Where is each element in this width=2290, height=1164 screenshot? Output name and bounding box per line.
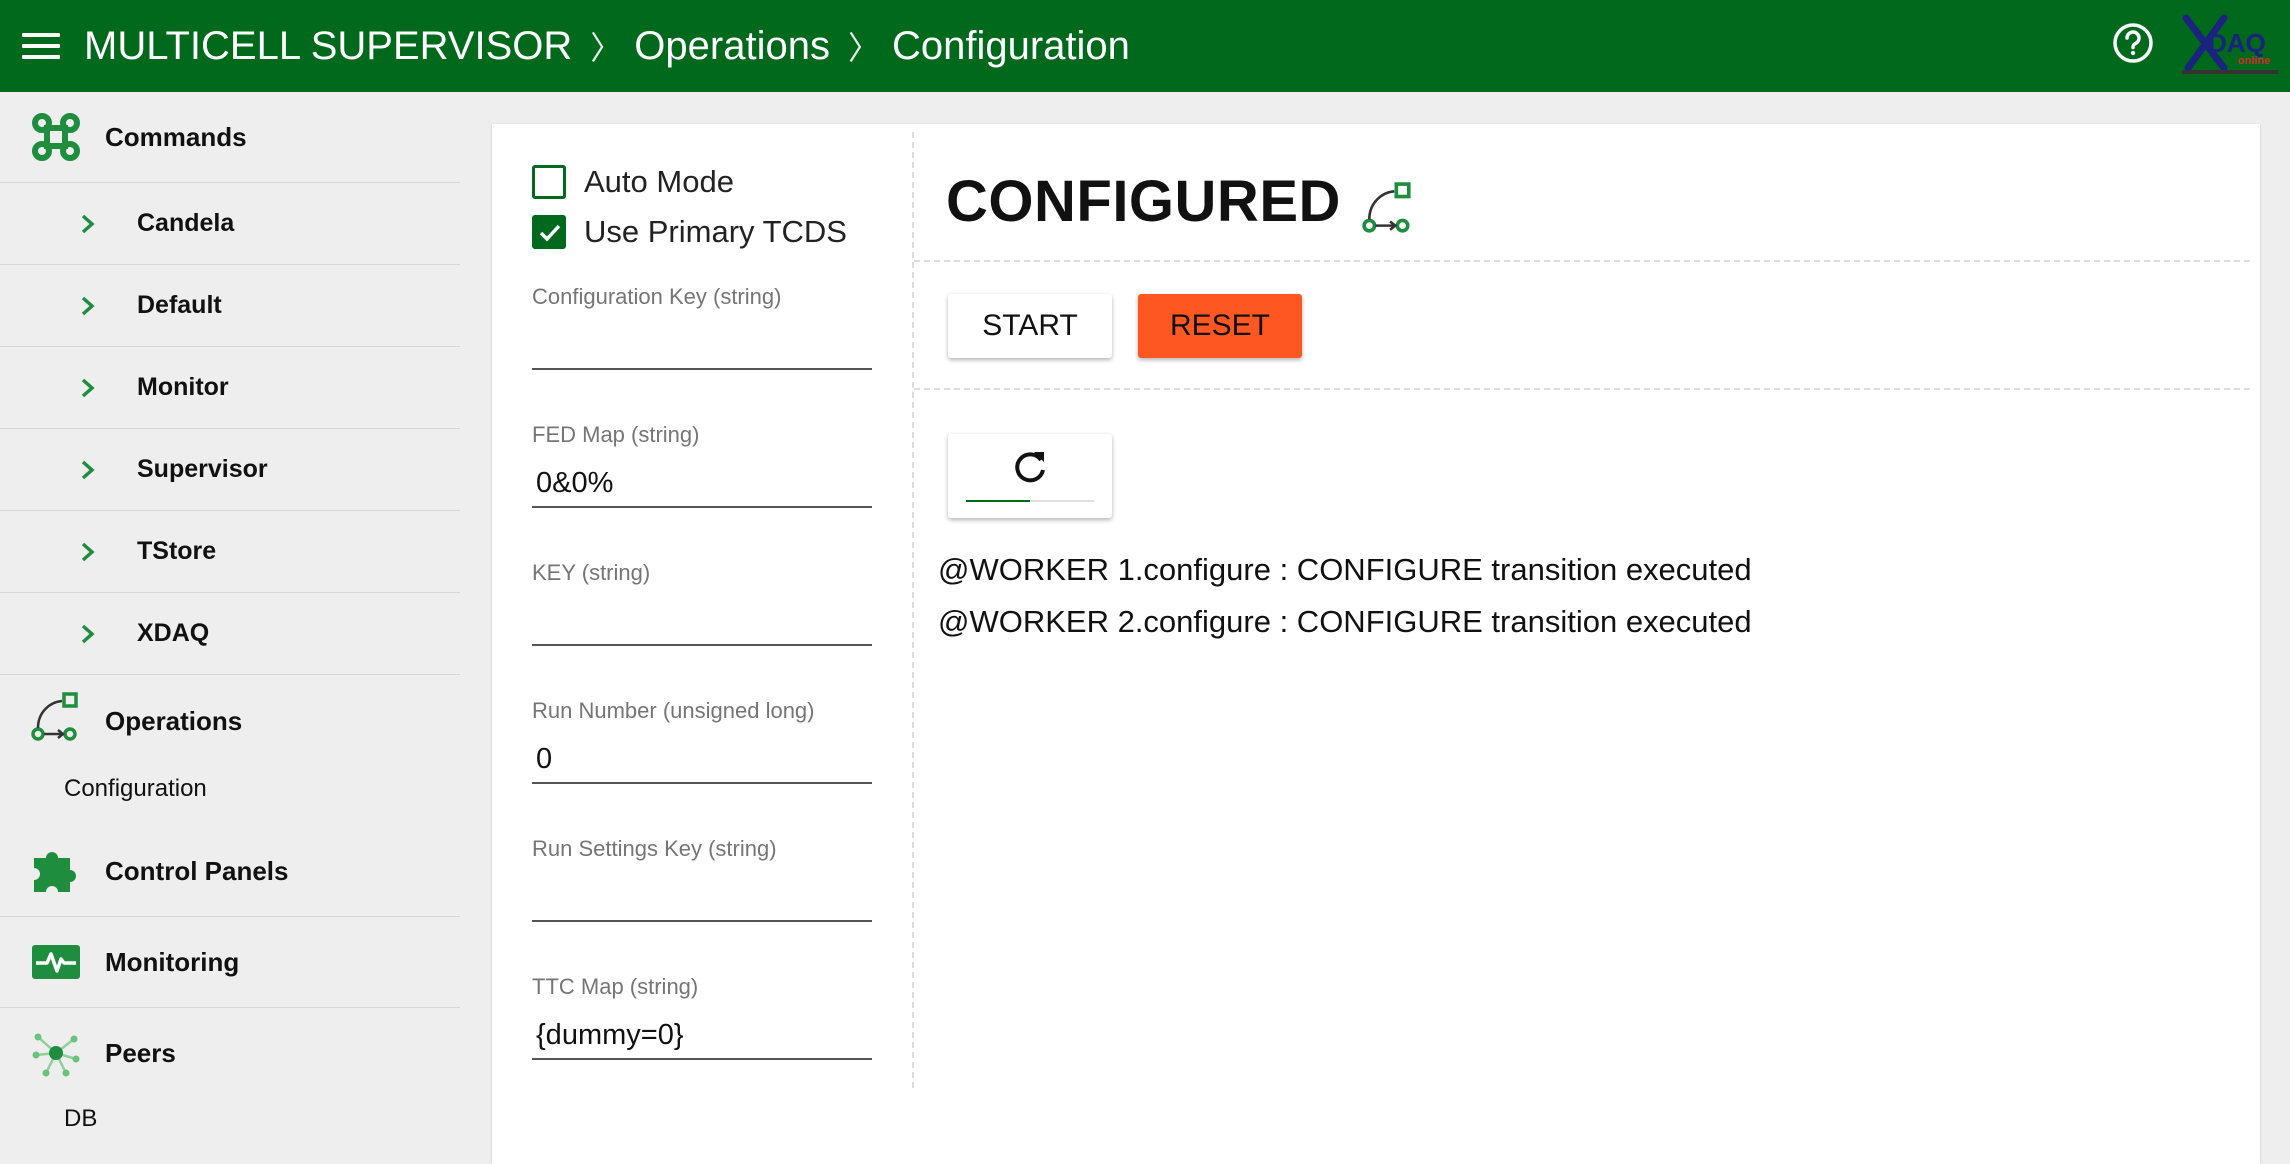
field-label: Run Settings Key (string) (532, 836, 777, 861)
sidebar-item-candela[interactable]: Candela (0, 183, 460, 265)
current-state: CONFIGURED (946, 169, 1341, 234)
sidebar-item-supervisor[interactable]: Supervisor (0, 429, 460, 511)
refresh-progress-fill (966, 500, 1030, 502)
checkbox-unchecked[interactable] (532, 165, 566, 199)
sidebar-item-tstore[interactable]: TStore (0, 511, 460, 593)
sidebar-item-label: XDAQ (137, 619, 210, 647)
chevron-right-icon (81, 296, 95, 316)
log-line: @WORKER 2.configure : CONFIGURE transiti… (938, 604, 1752, 639)
parameters-form: Auto Mode Use Primary TCDS Configuration… (492, 124, 912, 1088)
breadcrumb-separator: 〉 (847, 30, 880, 66)
sidebar-item-label: Monitor (137, 373, 229, 401)
chevron-right-icon (81, 378, 95, 398)
help-icon[interactable] (2112, 22, 2154, 64)
configuration-key-input[interactable] (532, 322, 872, 370)
log-line: @WORKER 1.configure : CONFIGURE transiti… (938, 552, 1752, 587)
sidebar-section-label: Control Panels (105, 855, 289, 886)
command-icon (32, 113, 80, 161)
refresh-icon (1015, 452, 1045, 483)
field-label: KEY (string) (532, 560, 651, 585)
sidebar-item-label: Supervisor (137, 455, 268, 483)
sidebar-item-monitor[interactable]: Monitor (0, 347, 460, 429)
run-settings-key-input[interactable] (532, 874, 872, 922)
chevron-right-icon (81, 542, 95, 562)
key-field: KEY (string) (532, 560, 872, 646)
run-number-input[interactable] (532, 736, 872, 784)
network-hub-icon (32, 1033, 80, 1077)
divider (914, 260, 2250, 262)
chevron-right-icon (81, 214, 95, 234)
sidebar-item-label: Candela (137, 209, 235, 237)
chevron-right-icon (81, 624, 95, 644)
sidebar-item-db[interactable]: DB (64, 1105, 97, 1133)
sidebar-item-xdaq[interactable]: XDAQ (0, 593, 460, 675)
run-number-field: Run Number (unsigned long) (532, 698, 872, 784)
refresh-progress-track (966, 500, 1094, 502)
sidebar-item-default[interactable]: Default (0, 265, 460, 347)
configuration-key-field: Configuration Key (string) (532, 284, 872, 370)
state-machine-icon (1362, 182, 1411, 233)
checkbox-checked[interactable] (532, 215, 566, 249)
state-machine-icon (31, 692, 78, 741)
field-label: Configuration Key (string) (532, 284, 782, 309)
field-label: FED Map (string) (532, 422, 700, 447)
sidebar-section-label: Operations (105, 705, 243, 736)
sidebar: Commands Candela Default Monitor Supervi… (0, 92, 460, 1150)
sidebar-section-operations[interactable]: Operations (0, 676, 460, 766)
chevron-right-icon (81, 460, 95, 480)
sidebar-item-configuration[interactable]: Configuration (64, 775, 207, 803)
fed-map-input[interactable] (532, 460, 872, 508)
column-divider (912, 132, 914, 1088)
sidebar-section-label: Peers (105, 1037, 176, 1068)
divider (914, 388, 2250, 390)
fed-map-field: FED Map (string) (532, 422, 872, 508)
svg-text:online: online (2238, 55, 2270, 67)
main-card: Auto Mode Use Primary TCDS Configuration… (492, 124, 2260, 1164)
sidebar-section-commands[interactable]: Commands (0, 92, 460, 182)
breadcrumb-operations[interactable]: Operations (634, 24, 830, 69)
use-primary-tcds-label: Use Primary TCDS (584, 214, 847, 249)
reset-button[interactable]: RESET (1138, 294, 1302, 358)
sidebar-section-label: Commands (105, 121, 247, 152)
app-header: MULTICELL SUPERVISOR 〉 Operations 〉 Conf… (0, 0, 2290, 92)
field-label: TTC Map (string) (532, 974, 699, 999)
heartbeat-monitor-icon (32, 945, 80, 979)
auto-mode-checkbox[interactable]: Auto Mode (532, 164, 734, 200)
ttc-map-input[interactable] (532, 1012, 872, 1060)
use-primary-tcds-checkbox[interactable]: Use Primary TCDS (532, 214, 847, 250)
run-settings-key-field: Run Settings Key (string) (532, 836, 872, 922)
sidebar-section-monitoring[interactable]: Monitoring (0, 917, 460, 1007)
breadcrumb-separator: 〉 (590, 30, 623, 66)
xdaq-logo: DAQ online (2182, 14, 2278, 74)
sidebar-section-control-panels[interactable]: Control Panels (0, 826, 460, 916)
svg-text:DAQ: DAQ (2208, 28, 2266, 58)
menu-icon[interactable] (22, 33, 60, 59)
breadcrumb: MULTICELL SUPERVISOR 〉 Operations 〉 Conf… (84, 0, 1130, 92)
sidebar-item-label: TStore (137, 537, 217, 565)
field-label: Run Number (unsigned long) (532, 698, 815, 723)
checkmark-icon (539, 224, 561, 242)
puzzle-icon (34, 852, 76, 892)
breadcrumb-configuration[interactable]: Configuration (892, 24, 1130, 69)
ttc-map-field: TTC Map (string) (532, 974, 872, 1060)
start-button[interactable]: START (948, 294, 1112, 358)
sidebar-section-peers[interactable]: Peers (0, 1008, 460, 1098)
key-input[interactable] (532, 598, 872, 646)
sidebar-item-label: Default (137, 291, 222, 319)
auto-mode-label: Auto Mode (584, 164, 734, 199)
sidebar-section-label: Monitoring (105, 946, 240, 977)
app-title[interactable]: MULTICELL SUPERVISOR (84, 24, 572, 69)
refresh-button[interactable] (948, 434, 1112, 518)
